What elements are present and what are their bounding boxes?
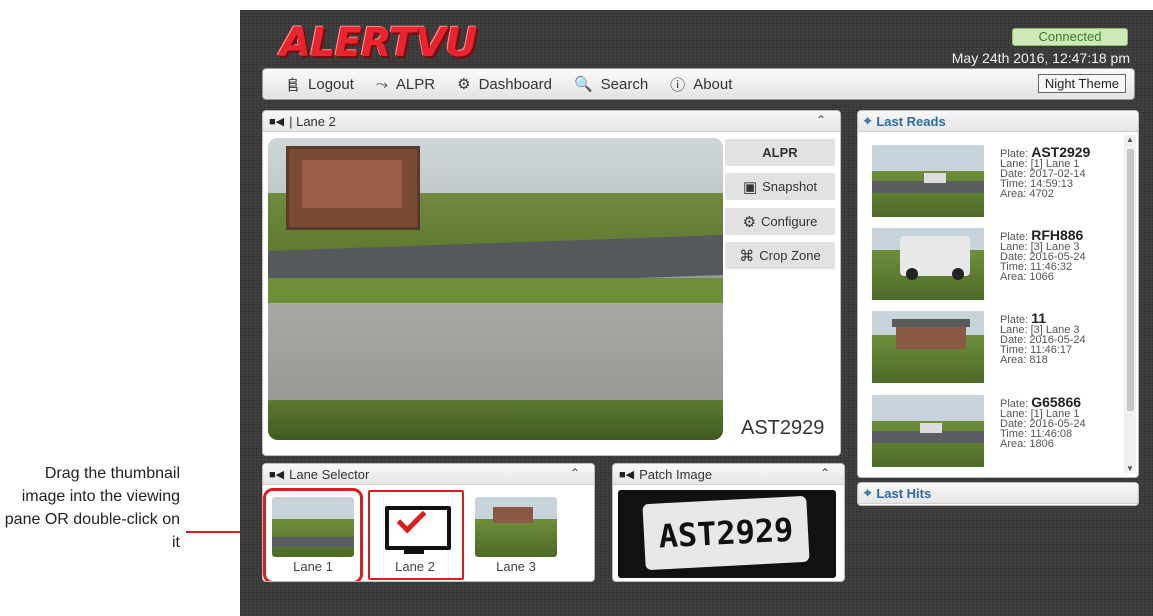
read-item[interactable]: Plate: 11 Lane: [3] Lane 3 Date: 2016-05… [872,311,1122,389]
scroll-up-icon[interactable]: ▲ [1126,135,1134,144]
scroll-down-icon[interactable]: ▼ [1126,464,1134,473]
nav-alpr[interactable]: ⤳ ALPR [376,76,435,93]
info-icon: ⓘ [670,76,686,94]
read-area: Area: 4702 [1000,188,1054,200]
read-item[interactable]: Plate: RFH886 Lane: [3] Lane 3 Date: 201… [872,228,1122,306]
search-icon: 🔍 [573,76,593,93]
nav-about-label: About [693,75,733,93]
license-plate-patch: AST2929 [618,490,836,578]
alertvu-logo: ALERTVU [280,20,477,66]
snapshot-button-label: Snapshot [762,179,818,194]
camera-icon: ⤳ [375,75,388,93]
last-reads-panel: ⌖ Last Reads Plate: AST2929 Lane: [1] La… [857,110,1139,478]
read-details: Plate: G65866 Lane: [1] Lane 1 Date: 201… [1000,394,1086,450]
read-item[interactable]: Plate: G65866 Lane: [1] Lane 1 Date: 201… [872,395,1122,473]
logout-icon: ⻕ [285,76,301,94]
read-details: Plate: RFH886 Lane: [3] Lane 3 Date: 201… [1000,227,1086,283]
nav-search-label: Search [600,75,649,93]
nav-search[interactable]: 🔍 Search [573,75,649,94]
last-reads-scrollbar[interactable]: ▲ ▼ [1124,135,1136,473]
lane-selector-title: Lane Selector [289,466,370,482]
gears-icon: ⚙ [457,76,471,93]
nav-alpr-label: ALPR [395,75,436,93]
nav-dashboard[interactable]: ⚙ Dashboard [457,75,552,94]
lane-2-label: Lane 2 [395,559,435,574]
nav-logout-label: Logout [308,75,354,93]
video-camera-icon: ■◀ [269,468,285,481]
crosshair-icon: ⌖ [864,485,872,500]
scrollbar-thumb[interactable] [1127,149,1134,411]
read-details: Plate: AST2929 Lane: [1] Lane 1 Date: 20… [1000,144,1091,200]
configure-button[interactable]: ⚙ Configure [725,208,835,235]
lane-selector-panel: ■◀ Lane Selector ⌃ Lane 1 Lane 2 Lane 3 [262,463,595,582]
lane-3-thumbnail[interactable] [475,497,557,557]
video-panel: ■◀ | Lane 2 ⌃ ALPR ▣ Snapshot ⚙ Configur… [262,110,841,456]
nav-logout[interactable]: ⻕ Logout [285,74,354,95]
nav-about[interactable]: ⓘ About [670,74,732,95]
camera-icon: ▣ [742,178,758,196]
snapshot-button[interactable]: ▣ Snapshot [725,173,835,200]
read-item[interactable]: Plate: AST2929 Lane: [1] Lane 1 Date: 20… [872,145,1122,223]
patch-image-panel: ■◀ Patch Image ⌃ AST2929 [612,463,845,582]
lane-1-thumbnail[interactable] [272,497,354,557]
video-feed[interactable] [268,138,723,440]
patch-plate-text: AST2929 [642,495,810,571]
chevron-up-icon[interactable]: ⌃ [820,466,830,480]
crop-icon: ⌘ [739,247,755,265]
video-panel-title: | Lane 2 [289,113,336,129]
chevron-up-icon[interactable]: ⌃ [570,466,580,480]
nav-dashboard-label: Dashboard [478,75,552,93]
lane-1-label: Lane 1 [293,559,333,574]
last-hits-header[interactable]: ⌖ Last Hits [858,483,1138,504]
read-thumbnail[interactable] [872,395,984,467]
read-details: Plate: 11 Lane: [3] Lane 3 Date: 2016-05… [1000,310,1086,366]
read-thumbnail[interactable] [872,228,984,300]
last-hits-title: Last Hits [876,485,932,501]
current-datetime: May 24th 2016, 12:47:18 pm [951,50,1130,66]
lane-2-thumbnail[interactable] [374,497,456,557]
connection-status-badge: Connected [1012,28,1128,46]
crosshair-icon: ⌖ [864,113,872,128]
video-camera-icon: ■◀ [619,468,635,481]
video-camera-icon: ■◀ [269,115,285,128]
read-thumbnail[interactable] [872,145,984,217]
gears-icon: ⚙ [742,213,757,231]
logo-text: ALERTVU [280,20,477,66]
alpr-button[interactable]: ALPR [725,139,835,166]
read-area: Area: 1066 [1000,271,1054,283]
alpr-button-label: ALPR [762,145,798,160]
patch-image-title: Patch Image [639,466,713,482]
read-area: Area: 818 [1000,354,1048,366]
last-reads-header: ⌖ Last Reads [858,111,1138,132]
read-area: Area: 1806 [1000,438,1054,450]
alertvu-app: ALERTVU Connected May 24th 2016, 12:47:1… [240,10,1153,616]
detected-plate-text: AST2929 [741,417,825,439]
crop-zone-button[interactable]: ⌘ Crop Zone [725,242,835,269]
read-thumbnail[interactable] [872,311,984,383]
patch-image-header: ■◀ Patch Image ⌃ [613,464,844,485]
last-hits-panel: ⌖ Last Hits [857,482,1139,506]
night-theme-button[interactable]: Night Theme [1037,74,1126,93]
video-panel-header: ■◀ | Lane 2 ⌃ [263,111,840,132]
configure-button-label: Configure [761,214,818,229]
chevron-up-icon[interactable]: ⌃ [816,113,826,127]
crop-zone-button-label: Crop Zone [759,248,821,263]
lane-selector-header: ■◀ Lane Selector ⌃ [263,464,594,485]
main-navbar: ⻕ Logout ⤳ ALPR ⚙ Dashboard 🔍 Search ⓘ A… [262,68,1135,100]
lane-3-label: Lane 3 [496,559,536,574]
instruction-callout: Drag the thumbnail image into the viewin… [4,465,180,551]
last-reads-title: Last Reads [876,113,946,129]
